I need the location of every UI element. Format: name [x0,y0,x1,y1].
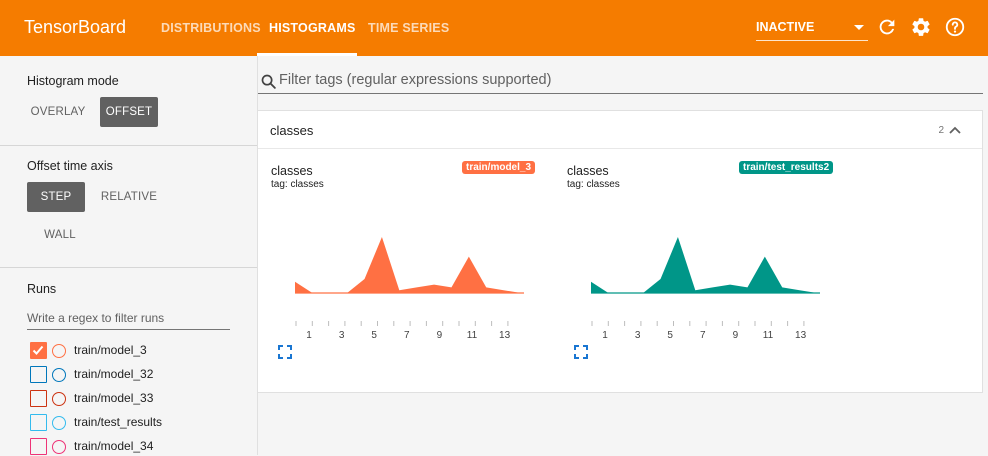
x-tick-label: 5 [667,330,673,341]
run-name: train/test_results [74,415,163,429]
run-checkbox[interactable] [30,342,47,359]
runs-label: Runs [27,282,57,296]
x-tick-label: 5 [371,330,377,341]
run-color-swatch[interactable] [52,416,66,430]
histogram-chart: 1 3 5 7 9 11 13 [295,237,524,341]
x-tick-label: 7 [700,330,706,341]
x-tick-label: 3 [635,330,641,341]
histogram-card: classes tag: classes train/test_results2… [567,149,863,359]
sidebar-divider [0,267,258,268]
offset-option[interactable]: OFFSET [100,97,158,127]
top-app-bar: TensorBoard DISTRIBUTIONS HISTOGRAMS TIM… [0,0,988,56]
active-tab-indicator [257,53,357,56]
tag-group-title: classes [270,123,314,138]
run-checkbox[interactable] [30,438,47,455]
run-color-swatch[interactable] [52,344,66,358]
help-button[interactable] [944,16,966,38]
x-tick-label: 9 [437,330,443,341]
tab-time-series[interactable]: TIME SERIES [368,21,449,35]
tag-filter-input[interactable]: Filter tags (regular expressions support… [258,70,983,94]
chevron-down-icon [854,25,864,30]
app-brand: TensorBoard [24,17,127,37]
overlay-option[interactable]: OVERLAY [27,97,89,127]
run-color-swatch[interactable] [52,392,66,406]
run-color-swatch[interactable] [52,368,66,382]
run-checkbox[interactable] [30,366,47,383]
sidebar: Histogram mode OVERLAY OFFSET Offset tim… [0,56,258,455]
fullscreen-icon[interactable] [278,345,292,359]
run-name: train/model_33 [74,391,154,405]
wall-option[interactable]: WALL [36,220,84,250]
x-tick-label: 3 [339,330,345,341]
x-tick-label: 1 [602,330,608,341]
tag-filter-placeholder: Filter tags (regular expressions support… [279,72,552,88]
sidebar-divider [0,145,258,146]
refresh-icon [879,19,895,35]
histogram-mode-label: Histogram mode [27,74,119,88]
tag-group-header[interactable]: classes 2 [258,111,982,149]
x-tick-label: 1 [306,330,312,341]
step-option[interactable]: STEP [27,182,85,212]
x-tick-label: 11 [467,330,478,341]
x-tick-label: 9 [733,330,739,341]
tag-group-panel: classes 2 classes tag: classes train/mod… [257,110,983,393]
gear-icon [912,18,930,36]
refresh-button[interactable] [876,16,898,38]
chevron-up-icon[interactable] [948,124,962,136]
x-tick-label: 13 [795,330,807,341]
x-tick-label: 11 [763,330,774,341]
plugin-selector-value: INACTIVE [756,20,815,34]
plugin-selector[interactable]: INACTIVE [756,17,868,41]
histogram-card: classes tag: classes train/model_3 13579… [271,149,567,359]
help-icon [945,17,965,37]
run-color-swatch[interactable] [52,440,66,454]
run-checkbox[interactable] [30,390,47,407]
run-name: train/model_32 [74,367,154,381]
tab-distributions[interactable]: DISTRIBUTIONS [161,21,261,35]
x-tick-label: 13 [499,330,511,341]
search-icon [261,74,276,89]
offset-time-axis-label: Offset time axis [27,159,113,173]
fullscreen-icon[interactable] [574,345,588,359]
histogram-area [295,237,521,293]
run-checkbox[interactable] [30,414,47,431]
checkmark-icon [32,345,44,355]
run-filter-input[interactable]: Write a regex to filter runs [27,308,230,330]
histogram-chart: 1 3 5 7 9 11 13 [591,237,820,341]
x-tick-label: 7 [404,330,410,341]
histogram-area [591,237,817,293]
tab-histograms[interactable]: HISTOGRAMS [269,21,356,35]
tag-group-count: 2 [938,125,944,136]
run-name: train/model_34 [74,439,154,453]
relative-option[interactable]: RELATIVE [98,182,160,212]
settings-button[interactable] [910,16,932,38]
run-name: train/model_3 [74,343,147,357]
